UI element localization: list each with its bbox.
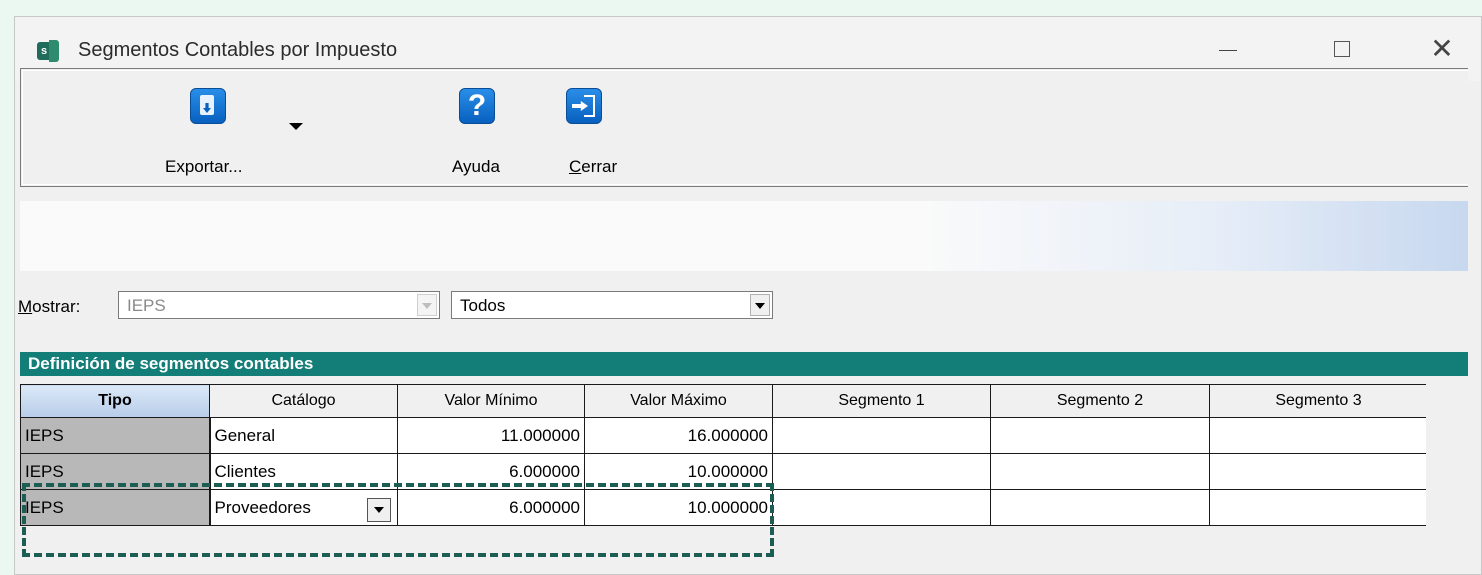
info-banner [20, 201, 1468, 271]
close-icon: ✕ [1430, 33, 1454, 64]
chevron-down-icon[interactable] [750, 294, 770, 316]
cell-segmento-1[interactable] [772, 489, 991, 526]
minimize-icon [1219, 50, 1237, 51]
column-header-segmento-2[interactable]: Segmento 2 [990, 384, 1210, 418]
window-title: Segmentos Contables por Impuesto [78, 39, 398, 61]
table-row[interactable]: IEPS General 11.000000 16.000000 [20, 417, 1428, 454]
minimize-button[interactable] [1211, 35, 1245, 65]
cell-segmento-3[interactable] [1209, 453, 1428, 490]
export-button-label[interactable]: Exportar... [165, 157, 242, 177]
table-row[interactable]: IEPS Clientes 6.000000 10.000000 [20, 453, 1428, 490]
cell-tipo: IEPS [20, 453, 211, 490]
toolbar: Exportar... ? Ayuda Cerrar [20, 68, 1468, 187]
exit-icon[interactable] [566, 88, 602, 124]
column-header-valor-minimo[interactable]: Valor Mínimo [397, 384, 585, 418]
cell-valor-minimo[interactable]: 6.000000 [397, 453, 585, 490]
segments-grid[interactable]: Tipo Catálogo Valor Mínimo Valor Máximo … [20, 384, 1428, 526]
app-icon: s [37, 40, 59, 62]
close-window-button[interactable]: ✕ [1425, 35, 1459, 65]
chevron-down-icon[interactable] [367, 498, 391, 522]
column-header-segmento-1[interactable]: Segmento 1 [772, 384, 991, 418]
column-header-tipo[interactable]: Tipo [20, 384, 210, 418]
cell-valor-maximo[interactable]: 10.000000 [584, 489, 773, 526]
cell-segmento-1[interactable] [772, 453, 991, 490]
column-header-valor-maximo[interactable]: Valor Máximo [584, 384, 773, 418]
grid-empty-area [1426, 384, 1468, 554]
impuesto-select-value: IEPS [127, 296, 166, 315]
table-row[interactable]: IEPS Proveedores 6.000000 10.000000 [20, 489, 1428, 526]
impuesto-select[interactable]: IEPS [118, 291, 440, 319]
column-header-catalogo[interactable]: Catálogo [209, 384, 398, 418]
maximize-icon [1334, 41, 1350, 57]
cell-tipo: IEPS [20, 417, 211, 454]
cell-valor-minimo[interactable]: 11.000000 [397, 417, 585, 454]
cell-segmento-2[interactable] [990, 453, 1210, 490]
cell-valor-maximo[interactable]: 10.000000 [584, 453, 773, 490]
help-icon[interactable]: ? [459, 88, 495, 124]
cell-valor-maximo[interactable]: 16.000000 [584, 417, 773, 454]
cell-segmento-1[interactable] [772, 417, 991, 454]
cell-segmento-2[interactable] [990, 489, 1210, 526]
maximize-button[interactable] [1325, 35, 1359, 65]
cell-valor-minimo[interactable]: 6.000000 [397, 489, 585, 526]
cell-catalogo[interactable]: Clientes [209, 453, 398, 490]
cell-segmento-3[interactable] [1209, 489, 1428, 526]
column-header-segmento-3[interactable]: Segmento 3 [1209, 384, 1428, 418]
cell-catalogo[interactable]: General [209, 417, 398, 454]
close-button-label[interactable]: Cerrar [569, 157, 617, 177]
cell-catalogo-editing[interactable]: Proveedores [209, 489, 398, 526]
cell-tipo: IEPS [20, 489, 211, 526]
chevron-down-icon[interactable] [417, 294, 437, 316]
catalogo-value: Proveedores [214, 497, 311, 517]
grid-section-title: Definición de segmentos contables [20, 352, 1468, 376]
mostrar-label: Mostrar: [18, 297, 81, 316]
help-button-label[interactable]: Ayuda [452, 157, 500, 177]
grid-header-row: Tipo Catálogo Valor Mínimo Valor Máximo … [20, 384, 1428, 418]
filtro-select[interactable]: Todos [451, 291, 773, 319]
cell-segmento-2[interactable] [990, 417, 1210, 454]
filtro-select-value: Todos [460, 296, 506, 315]
export-icon[interactable] [190, 88, 226, 124]
cell-segmento-3[interactable] [1209, 417, 1428, 454]
export-dropdown-icon[interactable] [289, 123, 303, 130]
